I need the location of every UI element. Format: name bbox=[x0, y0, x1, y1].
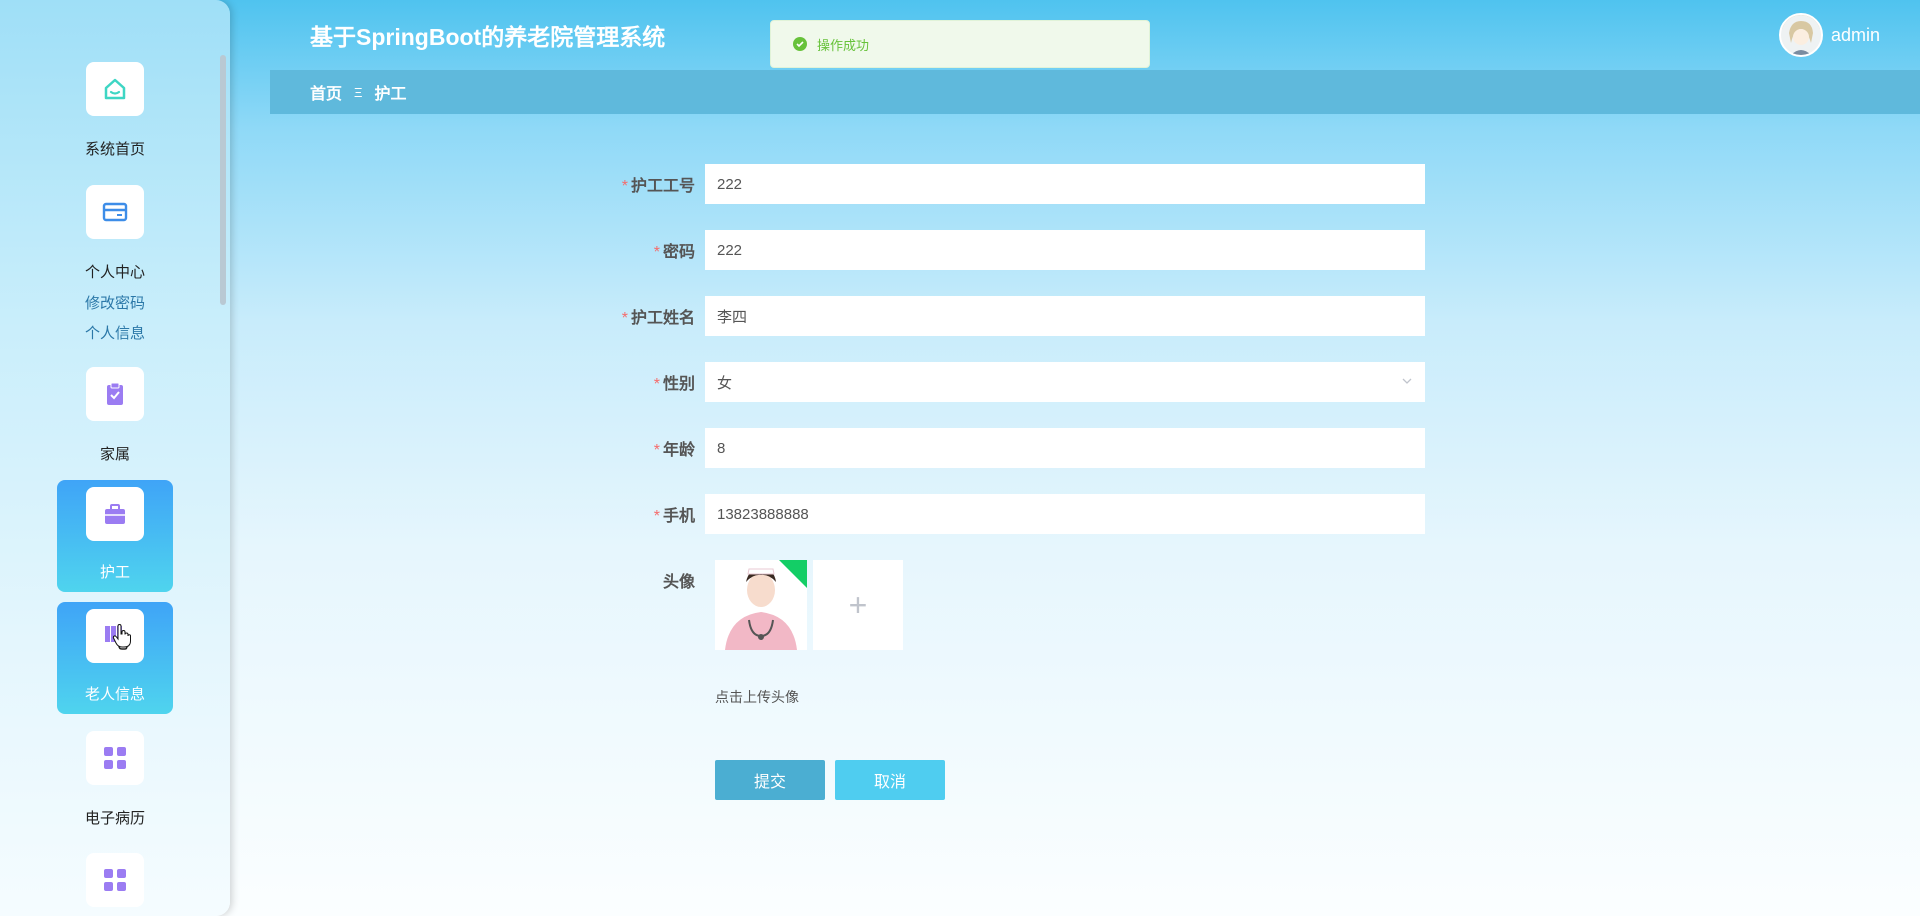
breadcrumb-separator-icon: Ξ bbox=[354, 84, 363, 100]
briefcase-icon bbox=[86, 487, 144, 541]
clipboard-icon bbox=[86, 367, 144, 421]
form-row-phone: * 手机 bbox=[600, 494, 1425, 534]
form-row-password: * 密码 bbox=[600, 230, 1425, 270]
gender-selected-value: 女 bbox=[717, 374, 733, 392]
sidebar-item-label: 电子病历 bbox=[84, 810, 145, 827]
sidebar: 系统首页 个人中心 修改密码 个人信息 家属 护工 老人信息 电子病历 bbox=[0, 0, 230, 916]
cancel-button[interactable]: 取消 bbox=[835, 760, 945, 800]
sidebar-item-home[interactable]: 系统首页 bbox=[57, 55, 173, 167]
upload-avatar-button[interactable]: + bbox=[813, 560, 903, 650]
hand-cursor-icon bbox=[112, 623, 132, 653]
breadcrumb-current: 护工 bbox=[374, 86, 407, 103]
field-label: * 性别 bbox=[653, 376, 695, 393]
sidebar-item-label: 家属 bbox=[99, 446, 130, 463]
form-row-staff-id: * 护工工号 bbox=[600, 164, 1425, 204]
gender-select[interactable]: 女 bbox=[705, 362, 1425, 402]
site-title: 基于SpringBoot的养老院管理系统 bbox=[310, 24, 666, 50]
sidebar-item-label: 个人中心 bbox=[84, 264, 145, 281]
sidebar-item-label: 系统首页 bbox=[84, 141, 145, 158]
breadcrumb-home[interactable]: 首页 bbox=[310, 80, 342, 104]
field-label: * 护工工号 bbox=[621, 178, 695, 195]
upload-hint: 点击上传头像 bbox=[715, 689, 799, 705]
breadcrumb: 首页 Ξ 护工 bbox=[270, 70, 1920, 114]
form-row-gender: * 性别 女 bbox=[600, 362, 1425, 402]
submit-button[interactable]: 提交 bbox=[715, 760, 825, 800]
sidebar-item-more[interactable] bbox=[57, 846, 173, 916]
sidebar-item-family[interactable]: 家属 bbox=[57, 360, 173, 472]
success-toast: 操作成功 bbox=[770, 20, 1150, 68]
sidebar-scrollbar[interactable] bbox=[220, 55, 226, 305]
form-row-age: * 年龄 bbox=[600, 428, 1425, 468]
uploaded-avatar-photo[interactable] bbox=[715, 560, 807, 650]
avatar-field-label: 头像 bbox=[662, 574, 695, 591]
age-input[interactable] bbox=[705, 428, 1425, 468]
plus-icon: + bbox=[848, 586, 868, 623]
field-label: * 手机 bbox=[653, 508, 695, 525]
sidebar-item-personal-center[interactable]: 个人中心 bbox=[57, 178, 173, 290]
sidebar-item-medical-records[interactable]: 电子病历 bbox=[57, 724, 173, 836]
field-label: * 年龄 bbox=[653, 442, 695, 459]
submenu-change-password[interactable]: 修改密码 bbox=[0, 292, 230, 313]
grid-icon bbox=[86, 853, 144, 907]
submenu-personal-info[interactable]: 个人信息 bbox=[0, 322, 230, 343]
user-menu[interactable]: admin bbox=[1778, 13, 1880, 57]
staff-id-input[interactable] bbox=[705, 164, 1425, 204]
card-icon bbox=[86, 185, 144, 239]
grid-icon bbox=[86, 731, 144, 785]
chevron-down-icon bbox=[1401, 374, 1413, 391]
sidebar-item-label: 护工 bbox=[99, 564, 130, 581]
avatar[interactable] bbox=[1778, 13, 1823, 57]
sidebar-item-caregiver[interactable]: 护工 bbox=[57, 480, 173, 592]
username[interactable]: admin bbox=[1831, 25, 1880, 46]
phone-input[interactable] bbox=[705, 494, 1425, 534]
sidebar-item-elder-info[interactable]: 老人信息 bbox=[57, 602, 173, 714]
toast-message: 操作成功 bbox=[817, 37, 870, 53]
field-label: * 护工姓名 bbox=[621, 310, 695, 327]
form-row-staff-name: * 护工姓名 bbox=[600, 296, 1425, 336]
sidebar-item-label: 老人信息 bbox=[84, 686, 145, 703]
upload-success-badge bbox=[779, 560, 807, 588]
check-circle-icon bbox=[793, 37, 807, 51]
password-input[interactable] bbox=[705, 230, 1425, 270]
field-label: * 密码 bbox=[653, 244, 695, 261]
staff-name-input[interactable] bbox=[705, 296, 1425, 336]
home-icon bbox=[86, 62, 144, 116]
